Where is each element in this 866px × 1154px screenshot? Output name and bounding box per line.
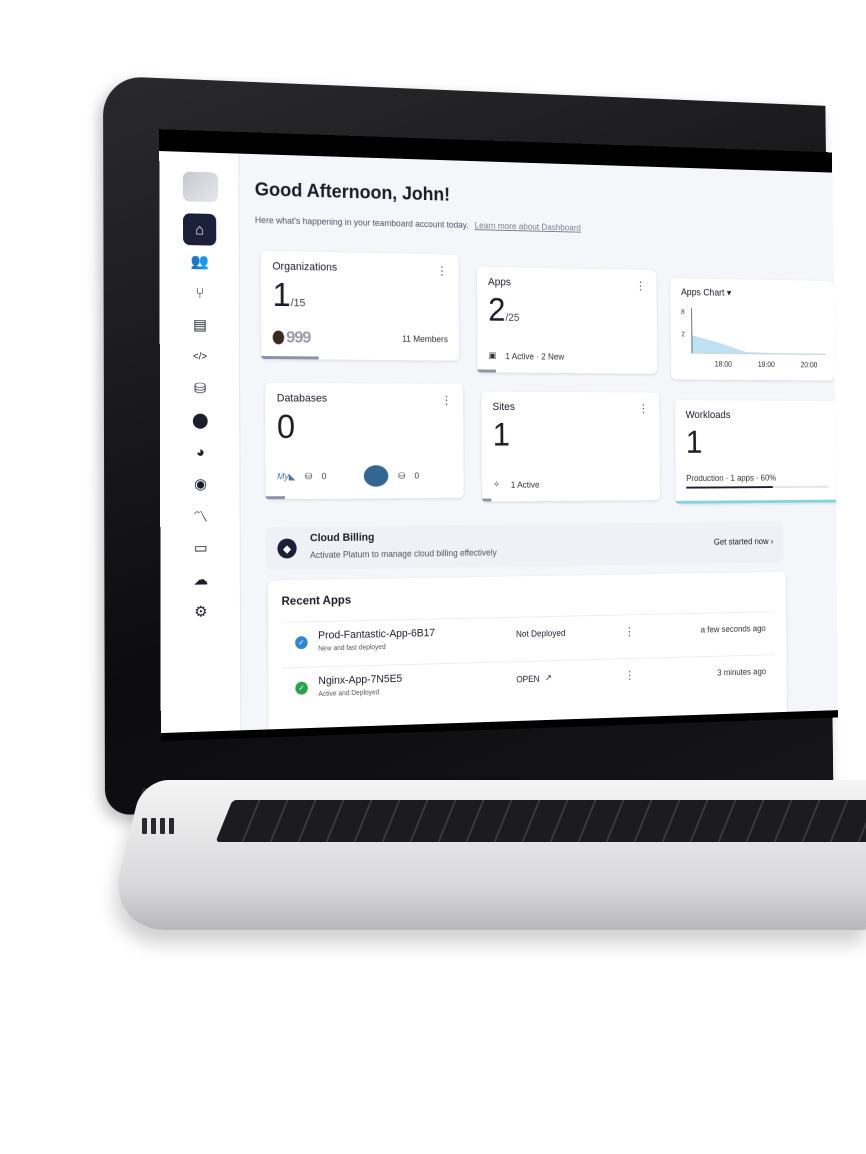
cloud-icon[interactable]: ☁ <box>184 563 217 596</box>
member-avatars: 999 <box>273 328 311 348</box>
more-icon[interactable]: ⋮ <box>436 264 447 278</box>
table-row[interactable]: ✓ Nginx-App-7N5E5 Active and Deployed OPEN ↗… <box>282 654 775 709</box>
databases-card[interactable]: Databases ⋮ 0 My◣ ⛁ 0 ⛁ 0 <box>265 383 464 500</box>
x-tick-label: 19:00 <box>758 360 776 369</box>
avatar <box>273 330 285 344</box>
mysql-count: 0 <box>322 471 327 481</box>
page-subtitle: Here what's happening in your teamboard … <box>255 215 581 233</box>
y-tick-label: 2 <box>681 332 685 339</box>
billing-icon: ◆ <box>277 538 296 558</box>
server-icon[interactable]: ▤ <box>183 309 216 341</box>
location-icon[interactable]: ⬤ <box>184 404 217 436</box>
apps-chart-card[interactable]: Apps Chart ▾ 8 2 18:00 19:00 20:00 <box>670 278 834 381</box>
card-title: Apps <box>488 276 646 290</box>
x-tick-label: 18:00 <box>715 360 733 369</box>
laptop-ports <box>142 818 178 839</box>
app-name[interactable]: Nginx-App-7N5E5 <box>318 673 402 687</box>
pie-icon[interactable]: ◕ <box>184 436 217 468</box>
app-subtitle: Active and Deployed <box>318 689 379 698</box>
code-icon[interactable]: </> <box>183 340 216 372</box>
more-icon[interactable]: ⋮ <box>624 668 635 682</box>
databases-count: 0 <box>277 410 452 444</box>
sidebar-nav: ⌂ 👥 ⑂ ▤ </> ⛁ ⬤ ◕ ◉ 〽 ▭ ☁ ⚙ <box>183 213 220 628</box>
database-icon: ⛁ <box>398 470 405 481</box>
more-icon[interactable]: ⋮ <box>624 625 635 639</box>
subtitle-text: Here what's happening in your teamboard … <box>255 215 469 230</box>
postgres-icon <box>364 465 389 487</box>
trend-icon[interactable]: 〽 <box>184 500 217 532</box>
apps-card[interactable]: Apps ⋮ 2/25 ▣ 1 Active · 2 New <box>477 267 657 374</box>
laptop-keyboard <box>216 800 866 842</box>
status-check-icon: ✓ <box>295 636 308 649</box>
status-check-icon: ✓ <box>295 682 308 695</box>
billing-title: Cloud Billing <box>310 532 374 545</box>
home-icon[interactable]: ⌂ <box>183 213 216 245</box>
workloads-progress <box>686 486 829 489</box>
app-name[interactable]: Prod-Fantastic-App-6B17 <box>318 627 435 641</box>
more-icon[interactable]: ⋮ <box>635 279 646 292</box>
organizations-count: 1/15 <box>272 278 447 314</box>
sites-status-icon: ✧ <box>493 479 500 490</box>
app-status[interactable]: OPEN ↗ <box>516 673 552 685</box>
card-accent <box>676 500 838 504</box>
y-tick-label: 8 <box>681 309 685 316</box>
billing-subtitle: Activate Platum to manage cloud billing … <box>310 548 497 560</box>
sites-card[interactable]: Sites ⋮ 1 ✧ 1 Active <box>481 392 660 502</box>
postgres-count: 0 <box>414 471 419 481</box>
more-icon[interactable]: ⋮ <box>441 393 452 407</box>
more-icon[interactable]: ⋮ <box>638 402 649 415</box>
database-icon: ⛁ <box>305 471 312 482</box>
cloud-billing-banner: ◆ Cloud Billing Activate Platum to manag… <box>266 521 784 570</box>
page-title: Good Afternoon, John! <box>255 180 450 207</box>
workloads-count: 1 <box>686 426 829 458</box>
mysql-icon: My◣ <box>277 471 295 482</box>
branch-icon[interactable]: ⑂ <box>183 277 216 309</box>
learn-more-link[interactable]: Learn more about Dashboard <box>475 221 581 233</box>
chart-area <box>692 335 826 354</box>
x-tick-label: 20:00 <box>800 361 818 370</box>
members-count: 11 Members <box>402 334 448 344</box>
app-time: 3 minutes ago <box>717 667 766 678</box>
sites-count: 1 <box>493 419 649 452</box>
organizations-card[interactable]: Organizations ⋮ 1/15 999 11 Members <box>261 251 459 361</box>
card-progress <box>266 496 285 499</box>
sites-status: 1 Active <box>511 479 540 489</box>
workloads-card[interactable]: Workloads 1 Production · 1 apps · 60% <box>675 400 838 504</box>
disk-icon[interactable]: ◉ <box>184 468 217 500</box>
app-time: a few seconds ago <box>701 624 766 635</box>
laptop-screen: ⌂ 👥 ⑂ ▤ </> ⛁ ⬤ ◕ ◉ 〽 ▭ ☁ ⚙ Good Afternoon, John! He… <box>159 129 838 741</box>
apps-area-chart: 8 2 18:00 19:00 20:00 <box>679 304 826 371</box>
apps-status: 1 Active · 2 New <box>505 351 564 361</box>
card-progress <box>261 356 318 359</box>
app-subtitle: New and fast deployed <box>318 644 386 653</box>
chevron-down-icon: ▾ <box>727 288 731 298</box>
card-title: Sites <box>492 401 648 413</box>
recent-apps-panel: Recent Apps ✓ Prod-Fantastic-App-6B17 New … <box>268 572 787 733</box>
card-progress <box>482 499 491 502</box>
main-content: Good Afternoon, John! Here what's happen… <box>255 154 838 730</box>
recent-apps-title: Recent Apps <box>281 593 351 608</box>
chart-title[interactable]: Apps Chart ▾ <box>681 288 824 301</box>
card-title: Workloads <box>686 410 829 422</box>
card-title: Databases <box>277 393 452 405</box>
get-started-button[interactable]: Get started now › <box>714 536 774 546</box>
app-status: Not Deployed <box>516 628 566 639</box>
apps-status-icon: ▣ <box>488 350 496 361</box>
chevron-right-icon: › <box>771 536 774 545</box>
database-icon[interactable]: ⛁ <box>183 372 216 404</box>
sidebar: ⌂ 👥 ⑂ ▤ </> ⛁ ⬤ ◕ ◉ 〽 ▭ ☁ ⚙ <box>159 151 241 733</box>
dashboard: ⌂ 👥 ⑂ ▤ </> ⛁ ⬤ ◕ ◉ 〽 ▭ ☁ ⚙ Good Afternoon, John! He… <box>159 151 838 733</box>
card-title: Organizations <box>272 261 447 276</box>
workloads-status: Production · 1 apps · 60% <box>686 473 776 483</box>
store-icon[interactable]: ▭ <box>184 531 217 563</box>
card-progress <box>478 369 496 372</box>
app-logo[interactable] <box>183 172 218 203</box>
apps-count: 2/25 <box>488 294 646 329</box>
settings-icon[interactable]: ⚙ <box>184 595 217 628</box>
users-icon[interactable]: 👥 <box>183 245 216 277</box>
external-link-icon[interactable]: ↗ <box>545 673 552 684</box>
